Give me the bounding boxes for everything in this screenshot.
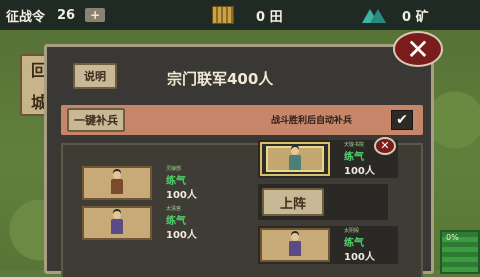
ore-crystal-icon bbox=[362, 7, 386, 23]
fields-resource: 0 田 bbox=[212, 5, 283, 25]
info-button[interactable]: 说明 bbox=[73, 63, 117, 89]
unit-name: 灵娘部 bbox=[166, 166, 182, 172]
ore-resource: 0 矿 bbox=[362, 5, 429, 25]
unit-portrait bbox=[260, 142, 330, 176]
ore-value: 0 矿 bbox=[402, 9, 429, 25]
unit-name: 太清宫 bbox=[166, 206, 182, 212]
add-orders-button[interactable]: + bbox=[85, 8, 106, 22]
unit-portrait bbox=[82, 206, 152, 240]
unit-portrait bbox=[260, 228, 330, 262]
cultivator-figure-icon bbox=[110, 171, 124, 195]
panel-title: 宗门联军400人 bbox=[167, 70, 274, 88]
unit-portrait bbox=[82, 166, 152, 200]
unit-slot-2[interactable]: 太清宫 练气 100人 bbox=[80, 204, 220, 242]
unit-slot-1[interactable]: 灵娘部 练气 100人 bbox=[80, 164, 220, 202]
cultivator-figure-icon bbox=[288, 147, 302, 171]
cultivator-figure-icon bbox=[288, 233, 302, 257]
unit-count: 100人 bbox=[344, 252, 375, 263]
supply-bar: 一键补兵 战斗胜利后自动补兵 ✔ bbox=[61, 105, 423, 135]
unit-count: 100人 bbox=[344, 166, 375, 177]
field-icon bbox=[212, 6, 234, 24]
deploy-slot: 上阵 bbox=[258, 184, 388, 220]
unit-realm: 练气 bbox=[166, 176, 186, 187]
check-icon: ✔ bbox=[396, 112, 408, 128]
resource-bar: 征战令 26 + 0 田 0 矿 bbox=[0, 0, 480, 30]
cultivator-figure-icon bbox=[110, 211, 124, 235]
unit-name: 天璇书院 bbox=[344, 142, 365, 148]
unit-count: 100人 bbox=[166, 190, 197, 201]
close-icon: ✕ bbox=[406, 32, 430, 66]
auto-supply-checkbox[interactable]: ✔ bbox=[391, 110, 413, 130]
close-button[interactable]: ✕ bbox=[393, 31, 443, 67]
fields-value: 0 田 bbox=[256, 9, 283, 25]
unit-name: 太阴殿 bbox=[344, 228, 360, 234]
tower-progress-text: 0% bbox=[446, 233, 459, 242]
orders-label: 征战令 bbox=[6, 9, 46, 25]
deploy-button[interactable]: 上阵 bbox=[262, 188, 324, 216]
unit-count: 100人 bbox=[166, 230, 197, 241]
orders-resource: 征战令 26 + bbox=[6, 5, 106, 25]
unit-realm: 练气 bbox=[344, 152, 364, 163]
unit-realm: 练气 bbox=[166, 216, 186, 227]
portrait-frame bbox=[266, 146, 324, 172]
one-click-supply-button[interactable]: 一键补兵 bbox=[67, 108, 125, 132]
remove-unit-button[interactable]: ✕ bbox=[374, 137, 396, 155]
unit-realm: 练气 bbox=[344, 238, 364, 249]
unit-slot-4[interactable]: 太阴殿 练气 100人 bbox=[258, 226, 398, 264]
panel-header: 说明 宗门联军400人 bbox=[55, 59, 423, 95]
remove-icon: ✕ bbox=[380, 139, 390, 152]
orders-value: 26 bbox=[57, 7, 76, 23]
auto-supply-label: 战斗胜利后自动补兵 bbox=[271, 116, 353, 126]
